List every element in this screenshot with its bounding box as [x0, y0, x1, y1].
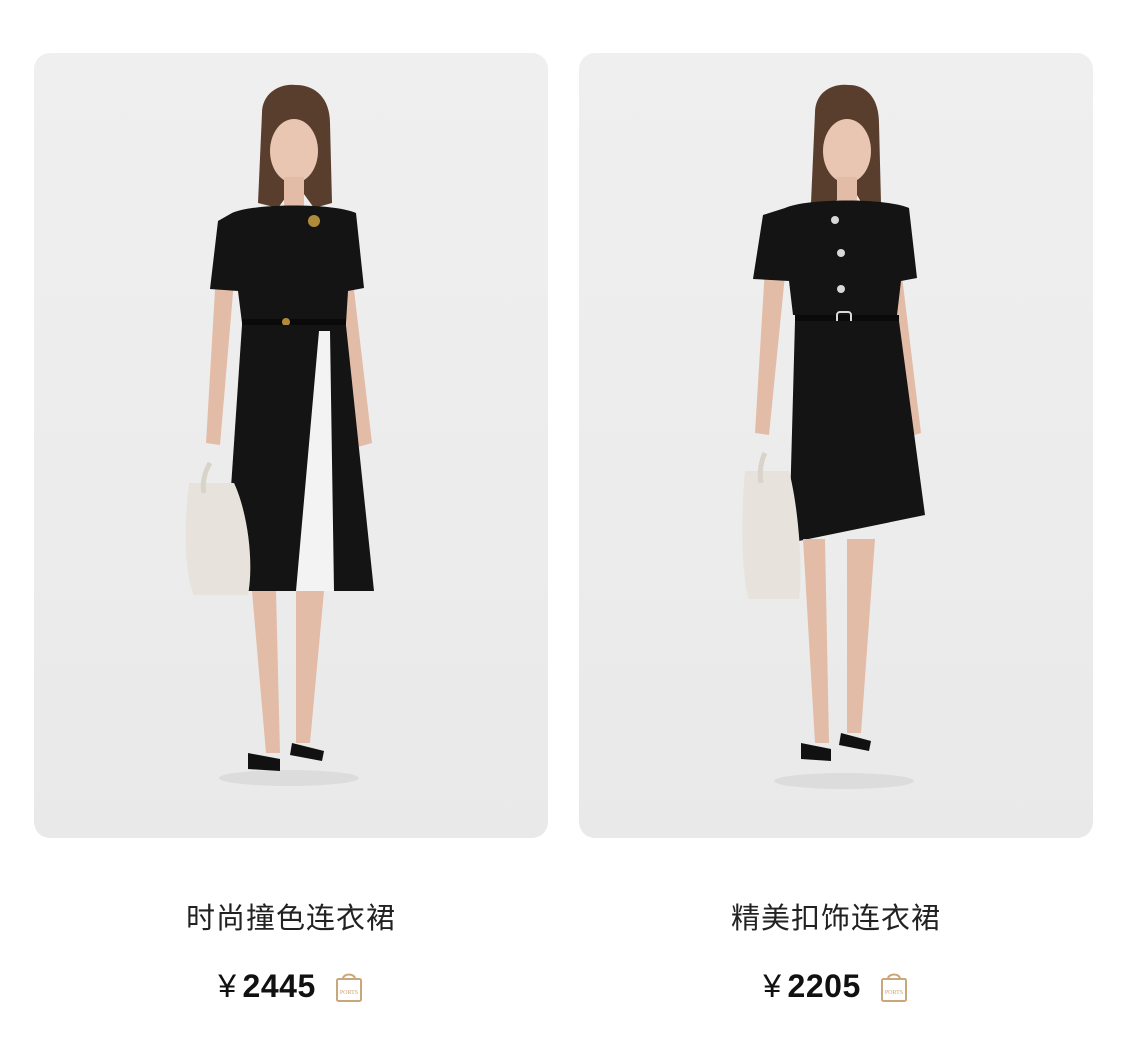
product-price: ¥2445 — [218, 968, 315, 1005]
product-title[interactable]: 时尚撞色连衣裙 — [5, 895, 577, 937]
product-card[interactable]: 精美扣饰连衣裙 ¥2205 PORTS — [550, 0, 1095, 1050]
shopping-bag-icon[interactable]: PORTS — [879, 969, 909, 1003]
product-image[interactable] — [579, 53, 1093, 838]
product-grid: 时尚撞色连衣裙 ¥2445 PORTS 精美扣饰连衣裙 ¥ 2205 PORTS — [0, 0, 1125, 1050]
price-row: ¥2205 PORTS — [550, 964, 1122, 1008]
currency-symbol: ¥ — [218, 967, 237, 1004]
model-photo — [185, 84, 374, 786]
price-row: ¥2445 PORTS — [5, 964, 577, 1008]
currency-symbol: ¥ — [763, 967, 782, 1004]
price-value: 2445 — [242, 967, 316, 1004]
product-image[interactable] — [34, 53, 548, 838]
product-title[interactable]: 精美扣饰连衣裙 — [550, 895, 1122, 937]
svg-text:PORTS: PORTS — [340, 990, 358, 996]
model-photo — [742, 84, 925, 789]
price-value: 2205 — [787, 967, 861, 1004]
product-price: ¥2205 — [763, 968, 860, 1005]
product-card[interactable]: 时尚撞色连衣裙 ¥2445 PORTS — [5, 0, 550, 1050]
shopping-bag-icon[interactable]: PORTS — [334, 969, 364, 1003]
svg-text:PORTS: PORTS — [885, 990, 903, 996]
